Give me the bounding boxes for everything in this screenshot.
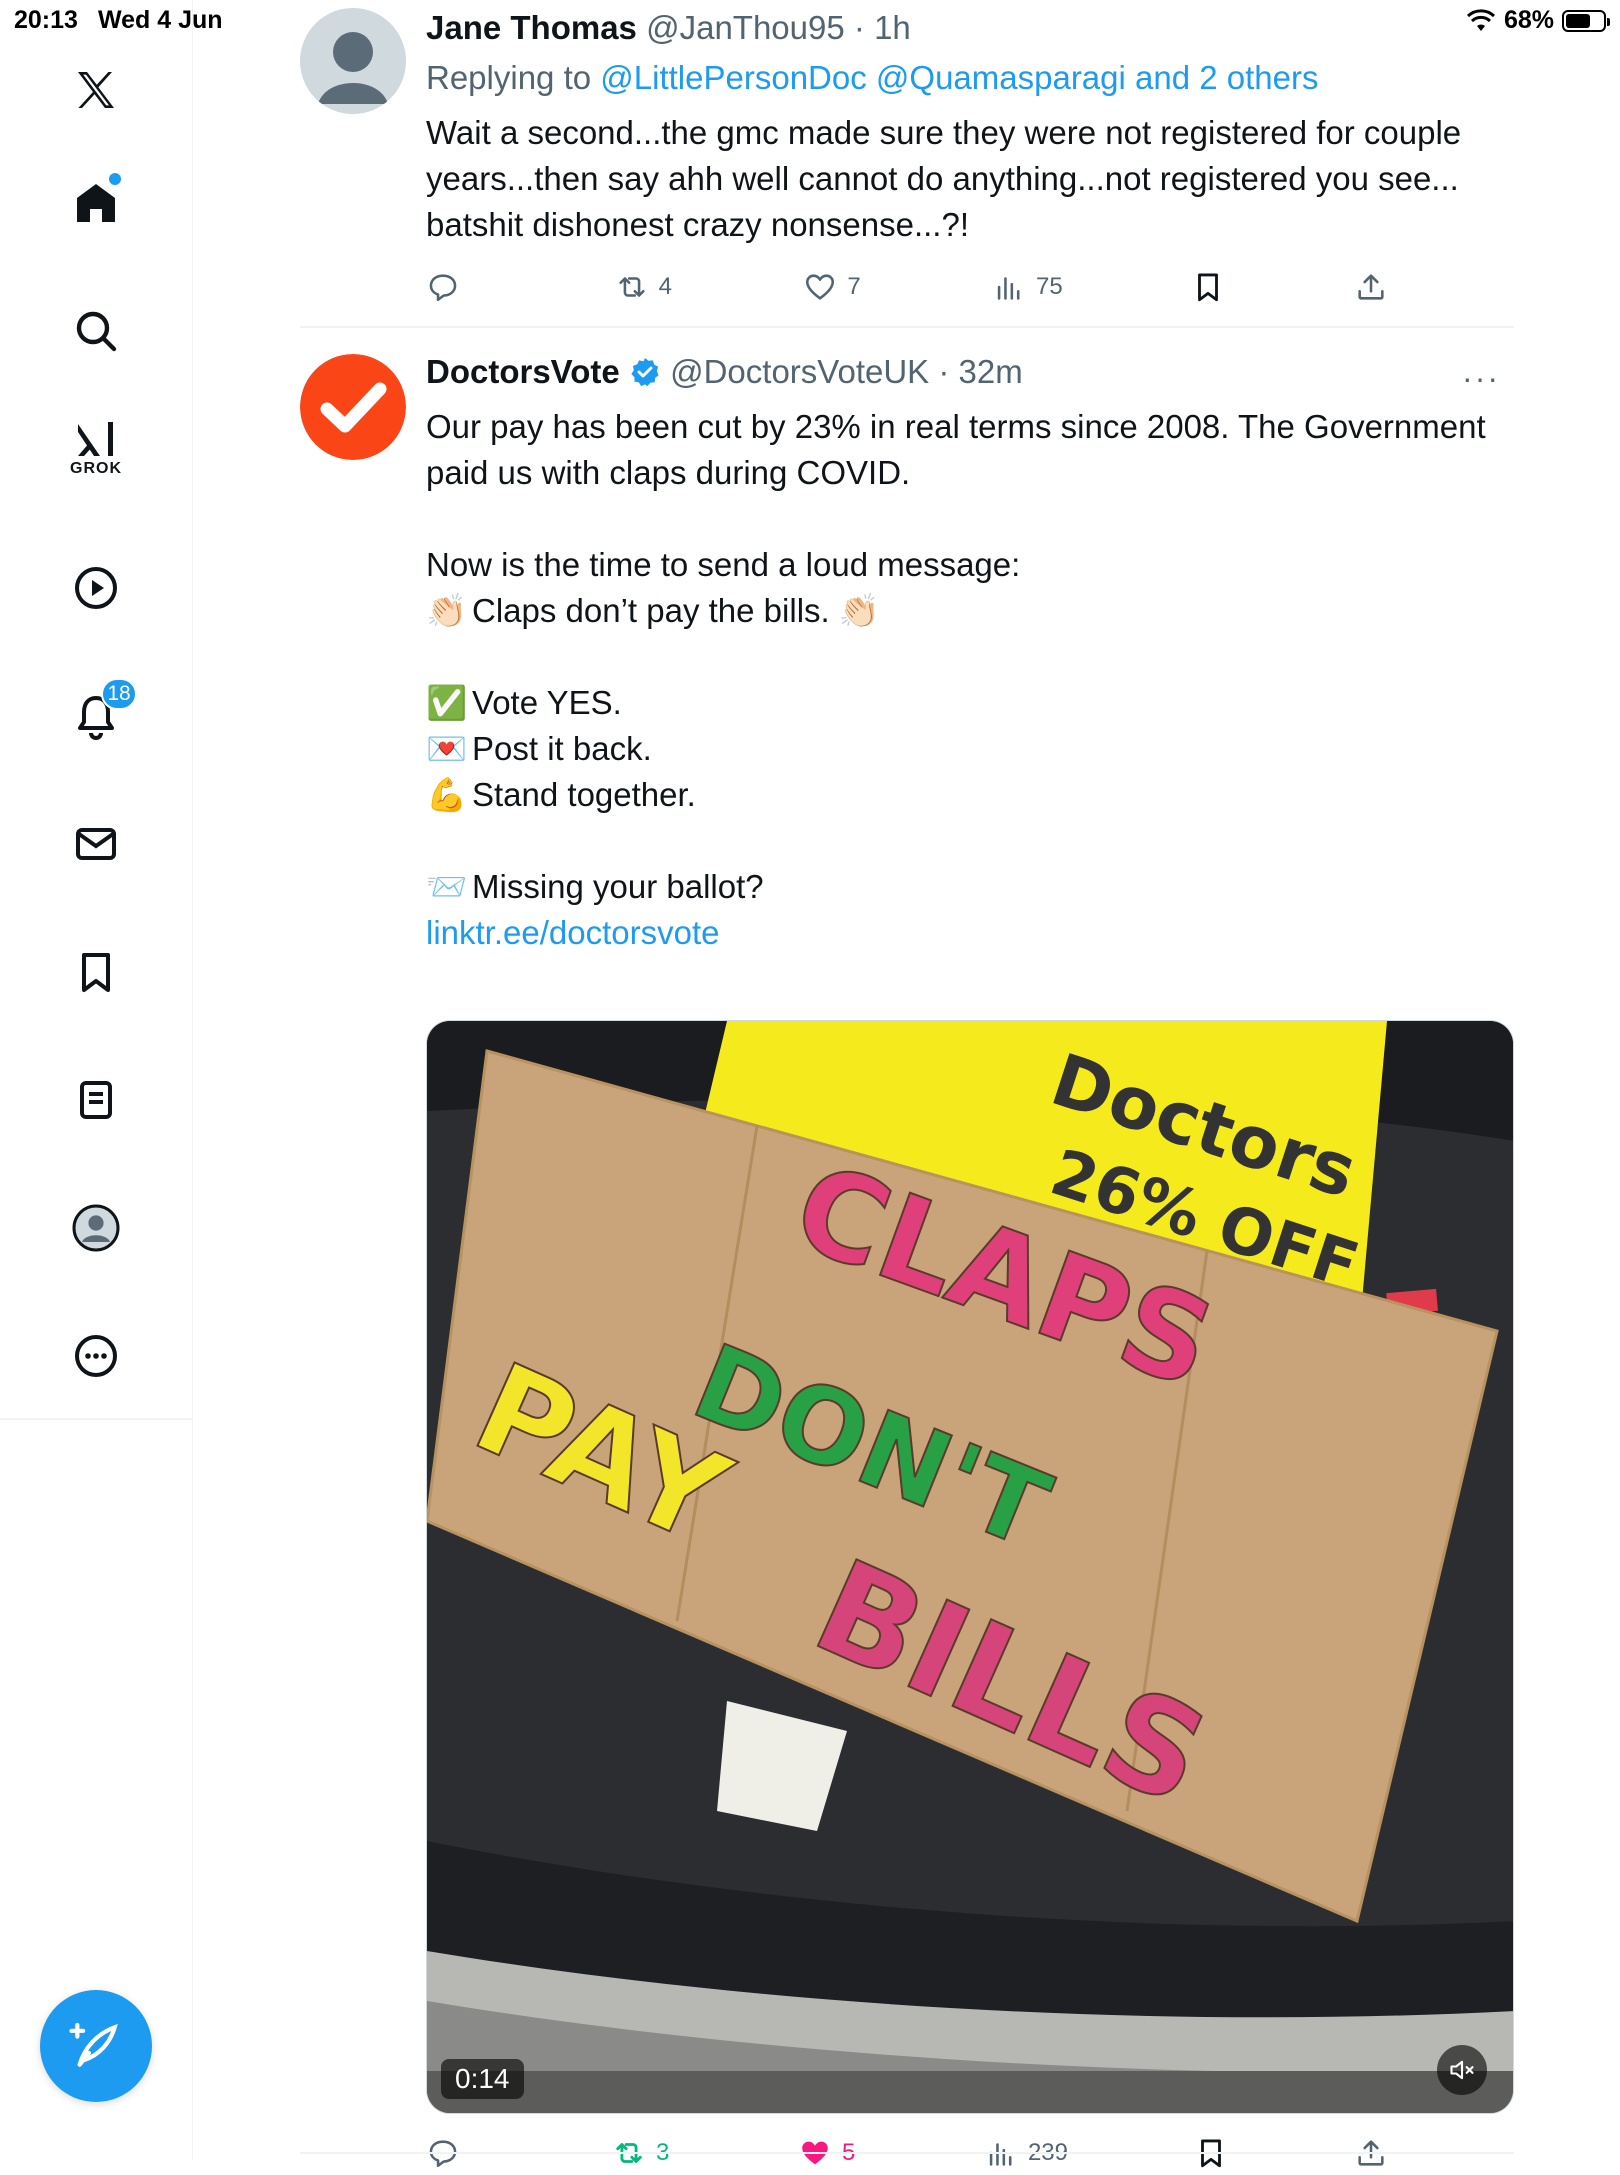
text-line-stand: 💪 Stand together.: [426, 772, 1486, 818]
tweet-1-header: Jane Thomas @JanThou95 · 1h: [426, 9, 911, 46]
jane-avatar[interactable]: [300, 8, 406, 114]
tweet-video[interactable]: Doctors 26% OFF CLAPS DON'T PAY BILLS 0:…: [426, 1020, 1514, 2114]
tweet-2[interactable]: ··· DoctorsVote @DoctorsVoteUK · 32m Our…: [300, 352, 1514, 2168]
replying-prefix: Replying to: [426, 59, 592, 96]
share-icon: [1358, 274, 1384, 300]
view-count: 75: [1035, 273, 1063, 300]
tweet-divider: [300, 326, 1514, 328]
author-name[interactable]: DoctorsVote: [426, 353, 620, 390]
bookmark-icon: [1198, 273, 1219, 302]
sidebar-item-search[interactable]: [56, 291, 136, 371]
grok-label: GROK: [70, 460, 122, 477]
bookmark-icon: [82, 953, 110, 992]
muscle-emoji: 💪: [426, 776, 468, 813]
bookmark-button[interactable]: [1191, 270, 1225, 304]
home-icon: [77, 184, 115, 222]
retweet-count: 4: [658, 273, 673, 300]
sidebar-item-video[interactable]: [56, 548, 136, 628]
tweet-time[interactable]: 32m: [959, 353, 1023, 390]
sidebar-divider: [0, 1418, 192, 1420]
battery-icon: [1562, 9, 1610, 32]
reply-button[interactable]: [426, 270, 486, 304]
list-icon: [80, 1081, 112, 1119]
text-line: Our pay has been cut by 23% in real term…: [426, 408, 1486, 491]
views-button[interactable]: 75: [992, 270, 1063, 304]
clap-emoji: 👏🏻: [838, 592, 880, 629]
sidebar-item-bookmarks[interactable]: [56, 932, 136, 1012]
replying-to: Replying to @LittlePersonDoc @Quamaspara…: [426, 58, 1514, 98]
share-button[interactable]: [1354, 270, 1388, 304]
mail-icon: [76, 828, 116, 860]
tweet-text: Wait a second...the gmc made sure they w…: [426, 114, 1462, 243]
tweet-time[interactable]: 1h: [874, 9, 911, 46]
text-line-claps: 👏🏻 Claps don’t pay the bills. 👏🏻: [426, 588, 1486, 634]
play-icon: [75, 567, 117, 609]
tweet-link[interactable]: linktr.ee/doctorsvote: [426, 914, 720, 951]
grok-icon: [78, 422, 113, 456]
speaker-muted-icon: [1450, 2060, 1474, 2080]
video-duration: 0:14: [441, 2059, 524, 2099]
video-frame: Doctors 26% OFF CLAPS DON'T PAY BILLS: [427, 1021, 1513, 2113]
sidebar-item-notifications[interactable]: 18: [56, 676, 137, 756]
sidebar: GROK 18: [0, 0, 193, 2160]
text-line-post: 💌 Post it back.: [426, 726, 1486, 772]
search-icon: [76, 311, 117, 352]
author-handle[interactable]: @DoctorsVoteUK: [670, 353, 929, 390]
views-icon: [997, 277, 1020, 300]
author-name[interactable]: Jane Thomas: [426, 9, 637, 46]
text-line: Now is the time to send a loud message:: [426, 546, 1021, 583]
text-line-missing: 📨 Missing your ballot?: [426, 864, 1486, 910]
verified-badge-icon: [631, 358, 659, 387]
tweet-text: Our pay has been cut by 23% in real term…: [426, 404, 1486, 956]
avatar-icon: [72, 1204, 120, 1252]
sidebar-item-more[interactable]: [56, 1316, 136, 1396]
tweet-divider: [300, 2152, 1514, 2154]
clap-emoji: 👏🏻: [426, 592, 468, 629]
reply-icon: [429, 274, 457, 302]
tweet-2-header: DoctorsVote @DoctorsVoteUK · 32m: [426, 353, 1023, 390]
check-emoji: ✅: [426, 684, 468, 721]
retweet-button[interactable]: 4: [615, 270, 675, 304]
x-logo-icon[interactable]: [56, 50, 136, 130]
sidebar-item-profile[interactable]: [56, 1188, 136, 1268]
tweet-2-body: DoctorsVote @DoctorsVoteUK · 32m Our pay…: [426, 352, 1514, 956]
sidebar-item-lists[interactable]: [56, 1060, 136, 1140]
like-button[interactable]: 7: [803, 270, 863, 304]
compose-icon: [69, 2022, 118, 2067]
tweet-1-actions: 4 7 75: [426, 265, 1388, 309]
unread-dot: [109, 173, 121, 185]
notifications-badge: 18: [101, 678, 137, 710]
text-line-vote: ✅ Vote YES.: [426, 680, 1486, 726]
more-circle-icon: [75, 1335, 117, 1377]
author-handle[interactable]: @JanThou95: [646, 9, 845, 46]
retweet-icon: [619, 277, 645, 297]
sidebar-item-grok[interactable]: GROK: [56, 408, 136, 488]
compose-button[interactable]: [40, 1990, 152, 2102]
like-count: 7: [847, 273, 861, 300]
envelope-emoji: 📨: [426, 868, 468, 905]
doctorsvote-avatar[interactable]: [300, 354, 406, 460]
sidebar-item-home[interactable]: [56, 163, 136, 243]
love-letter-emoji: 💌: [426, 730, 468, 767]
mute-button[interactable]: [1437, 2045, 1487, 2095]
heart-icon: [806, 274, 835, 300]
sidebar-item-messages[interactable]: [56, 804, 136, 884]
tweet-1[interactable]: Jane Thomas @JanThou95 · 1h Replying to …: [300, 8, 1514, 308]
replying-to-users[interactable]: @LittlePersonDoc @Quamasparagi and 2 oth…: [600, 59, 1318, 96]
tweet-1-body: Jane Thomas @JanThou95 · 1h Replying to …: [426, 8, 1514, 248]
